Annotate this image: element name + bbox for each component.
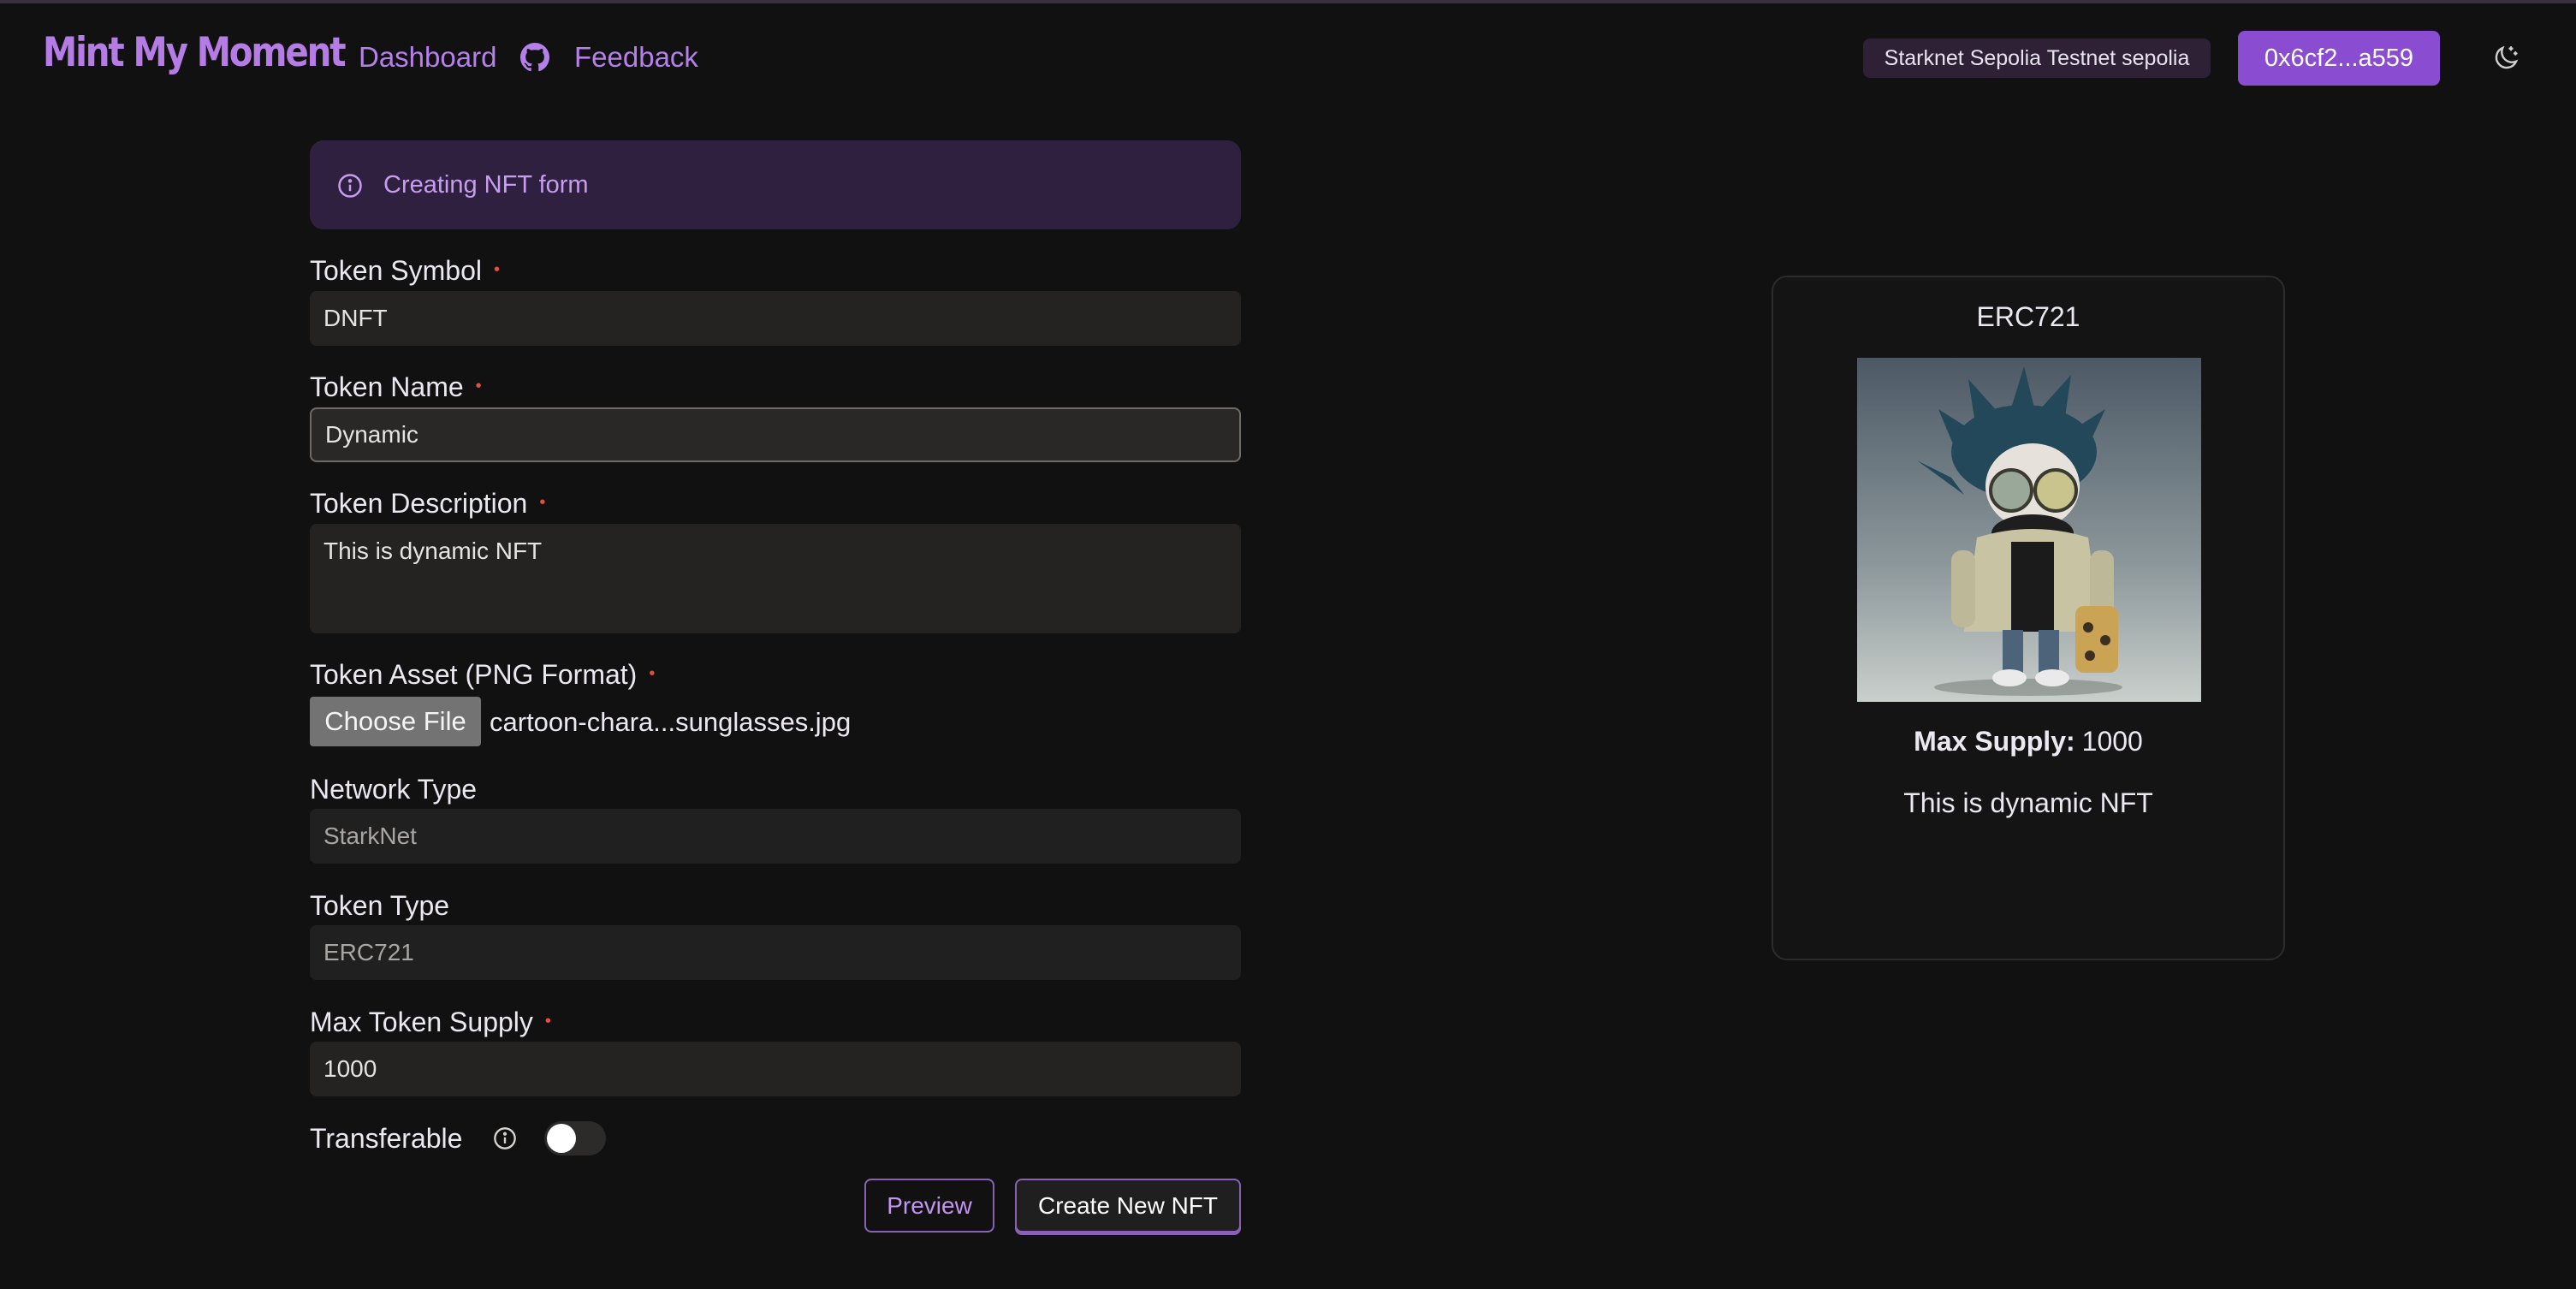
network-badge: Starknet Sepolia Testnet sepolia: [1863, 39, 2211, 78]
info-icon[interactable]: [493, 1126, 517, 1150]
app-logo[interactable]: Mint My Moment: [43, 29, 347, 76]
wallet-address-button[interactable]: 0x6cf2...a559: [2238, 31, 2440, 86]
required-mark: •: [649, 664, 656, 683]
transferable-label: Transferable: [310, 1123, 463, 1154]
required-mark: •: [493, 260, 500, 279]
max-supply-label: Max Token Supply •: [310, 1007, 551, 1037]
nft-preview-card: ERC721 Max Supply: 1000 This is dynamic …: [1772, 276, 2285, 960]
top-nav: Mint My Moment Dashboard Feedback Starkn…: [0, 0, 2576, 116]
toggle-knob: [547, 1124, 576, 1153]
moon-icon[interactable]: [2490, 43, 2521, 74]
info-icon: [338, 174, 362, 198]
required-mark: •: [475, 377, 482, 395]
nft-image: [1857, 358, 2201, 702]
token-type-label: Token Type: [310, 890, 450, 921]
github-icon[interactable]: [520, 43, 549, 72]
token-type-field: ERC721: [310, 925, 1241, 980]
network-type-label: Network Type: [310, 774, 478, 805]
token-name-input[interactable]: Dynamic: [310, 407, 1241, 462]
selected-file-name: cartoon-chara...sunglasses.jpg: [490, 707, 852, 737]
create-nft-button[interactable]: Create New NFT: [1015, 1179, 1241, 1233]
required-mark: •: [544, 1012, 551, 1031]
info-alert: Creating NFT form: [310, 140, 1241, 229]
choose-file-button[interactable]: Choose File: [310, 697, 481, 746]
transferable-toggle[interactable]: [544, 1121, 606, 1155]
token-asset-label: Token Asset (PNG Format) •: [310, 659, 656, 690]
token-description-textarea[interactable]: This is dynamic NFT: [310, 524, 1241, 633]
token-symbol-input[interactable]: DNFT: [310, 291, 1241, 346]
max-supply-value: 1000: [2081, 726, 2143, 757]
alert-message: Creating NFT form: [383, 171, 589, 199]
token-symbol-label: Token Symbol •: [310, 255, 500, 286]
token-description-label: Token Description •: [310, 488, 546, 519]
nav-feedback-link[interactable]: Feedback: [574, 41, 698, 74]
preview-button[interactable]: Preview: [864, 1179, 994, 1233]
required-mark: •: [539, 493, 546, 512]
max-supply-label: Max Supply:: [1914, 726, 2075, 757]
max-supply-input[interactable]: 1000: [310, 1042, 1241, 1096]
network-type-field: StarkNet: [310, 809, 1241, 864]
token-name-label: Token Name •: [310, 371, 482, 402]
card-max-supply: Max Supply: 1000: [1773, 726, 2283, 757]
nav-dashboard-link[interactable]: Dashboard: [359, 41, 496, 74]
card-token-type: ERC721: [1976, 301, 2080, 332]
card-description: This is dynamic NFT: [1903, 787, 2153, 818]
